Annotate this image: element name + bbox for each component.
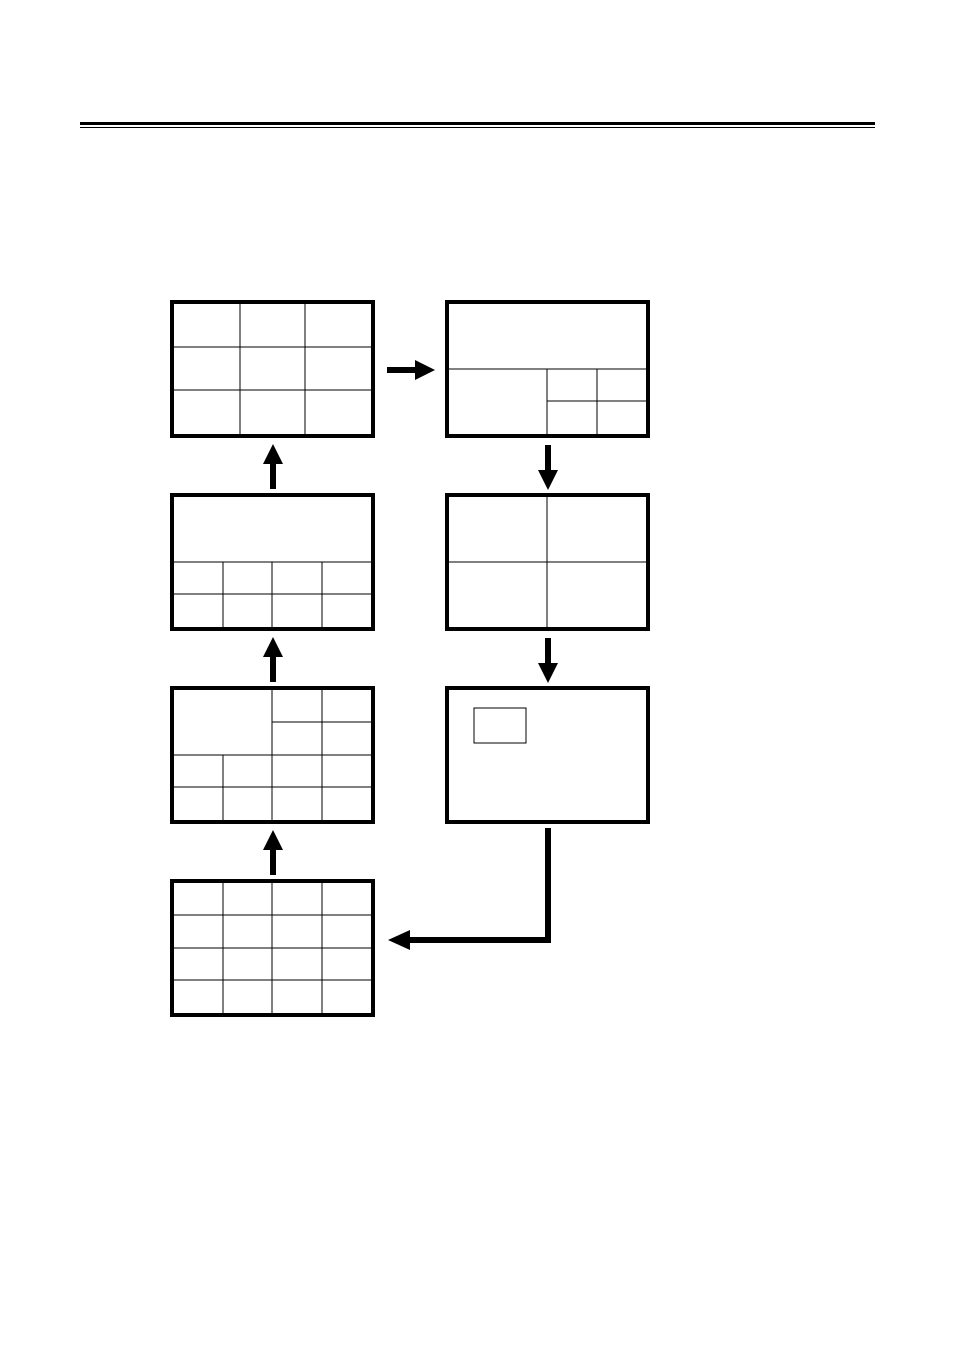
grid-2x2 — [449, 497, 646, 627]
diagram-box-bottom — [170, 879, 375, 1017]
diagram-box-top-left — [170, 300, 375, 438]
grid-3x3 — [174, 304, 371, 434]
arrow-down-icon — [533, 638, 563, 683]
header-double-rule — [80, 122, 875, 128]
diagram-box-mid-left-1 — [170, 493, 375, 631]
grid-2row-subdivided — [449, 304, 646, 434]
diagram-box-mid-right-1 — [445, 493, 650, 631]
arrow-elbow-icon — [388, 828, 568, 958]
grid-4x4 — [174, 883, 371, 1013]
inner-small-rect — [449, 690, 646, 820]
arrow-right-icon — [387, 355, 435, 385]
diagram-box-mid-right-2 — [445, 686, 650, 824]
arrow-up-icon — [258, 444, 288, 489]
grid-complex — [174, 690, 371, 820]
arrow-down-icon — [533, 445, 563, 490]
arrow-up-icon — [258, 830, 288, 875]
flow-diagram — [170, 300, 790, 1030]
diagram-box-mid-left-2 — [170, 686, 375, 824]
arrow-up-icon — [258, 637, 288, 682]
diagram-box-top-right — [445, 300, 650, 438]
grid-half-bottom-subdivided — [174, 497, 371, 627]
